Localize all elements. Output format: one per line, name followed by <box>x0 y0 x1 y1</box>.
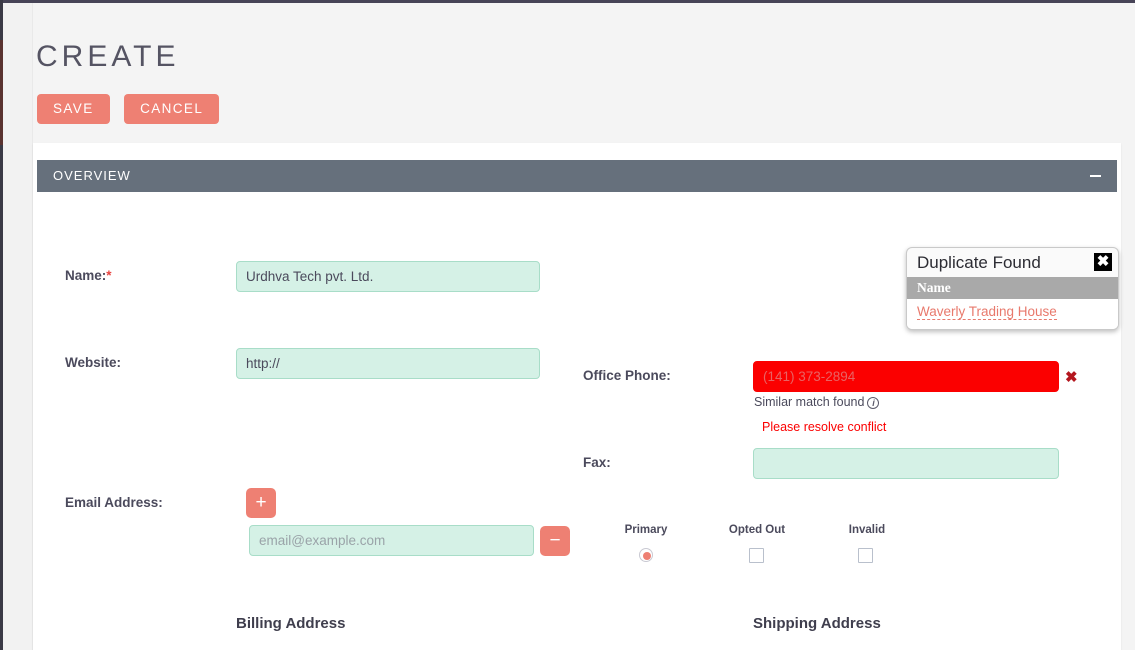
top-accent-bar <box>0 0 1135 3</box>
primary-label: Primary <box>624 524 668 536</box>
invalid-label: Invalid <box>848 524 886 536</box>
duplicate-found-popup: Duplicate Found ✖ Name Waverly Trading H… <box>906 247 1119 330</box>
shipping-address-heading: Shipping Address <box>753 615 881 632</box>
create-account-page: CREATE SAVE CANCEL OVERVIEW Name:* Offic… <box>0 0 1135 650</box>
billing-address-heading: Billing Address <box>236 615 346 632</box>
overview-panel-header[interactable]: OVERVIEW <box>37 160 1117 192</box>
similar-match-text: Similar match found <box>754 395 865 409</box>
duplicate-record-link[interactable]: Waverly Trading House <box>917 304 1057 320</box>
left-gutter <box>3 3 33 650</box>
table-row: Waverly Trading House <box>907 299 1118 329</box>
email-input[interactable] <box>249 525 534 556</box>
email-address-label: Email Address: <box>65 495 163 510</box>
duplicate-popup-title: Duplicate Found <box>917 253 1041 272</box>
conflict-message: Please resolve conflict <box>762 420 887 434</box>
close-icon[interactable]: ✖ <box>1094 253 1112 271</box>
opted-out-checkbox[interactable] <box>749 548 764 563</box>
add-email-button[interactable]: + <box>246 488 276 518</box>
similar-match-hint: Similar match found i <box>754 395 880 409</box>
action-toolbar: SAVE CANCEL <box>37 94 220 124</box>
opted-out-label: Opted Out <box>728 524 786 536</box>
fax-input[interactable] <box>753 448 1059 479</box>
overview-panel-title: OVERVIEW <box>53 168 131 183</box>
office-phone-input[interactable] <box>753 361 1059 392</box>
duplicate-column-header: Name <box>907 277 1118 299</box>
info-icon[interactable]: i <box>867 397 880 409</box>
required-marker: * <box>106 268 112 283</box>
overview-card: OVERVIEW Name:* Office Phone: ✖ Similar … <box>33 143 1121 650</box>
website-input[interactable] <box>236 348 540 379</box>
name-label: Name:* <box>65 268 112 283</box>
minus-icon[interactable] <box>1090 169 1103 183</box>
cancel-button[interactable]: CANCEL <box>124 94 220 124</box>
delete-phone-icon[interactable]: ✖ <box>1065 368 1078 386</box>
remove-email-button[interactable]: − <box>540 526 570 556</box>
save-button[interactable]: SAVE <box>37 94 110 124</box>
office-phone-label: Office Phone: <box>583 368 671 383</box>
name-input[interactable] <box>236 261 540 292</box>
fax-label: Fax: <box>583 455 611 470</box>
name-label-text: Name: <box>65 268 107 283</box>
primary-radio[interactable] <box>639 548 653 562</box>
invalid-checkbox[interactable] <box>858 548 873 563</box>
page-title: CREATE <box>36 40 180 73</box>
website-label: Website: <box>65 355 122 370</box>
